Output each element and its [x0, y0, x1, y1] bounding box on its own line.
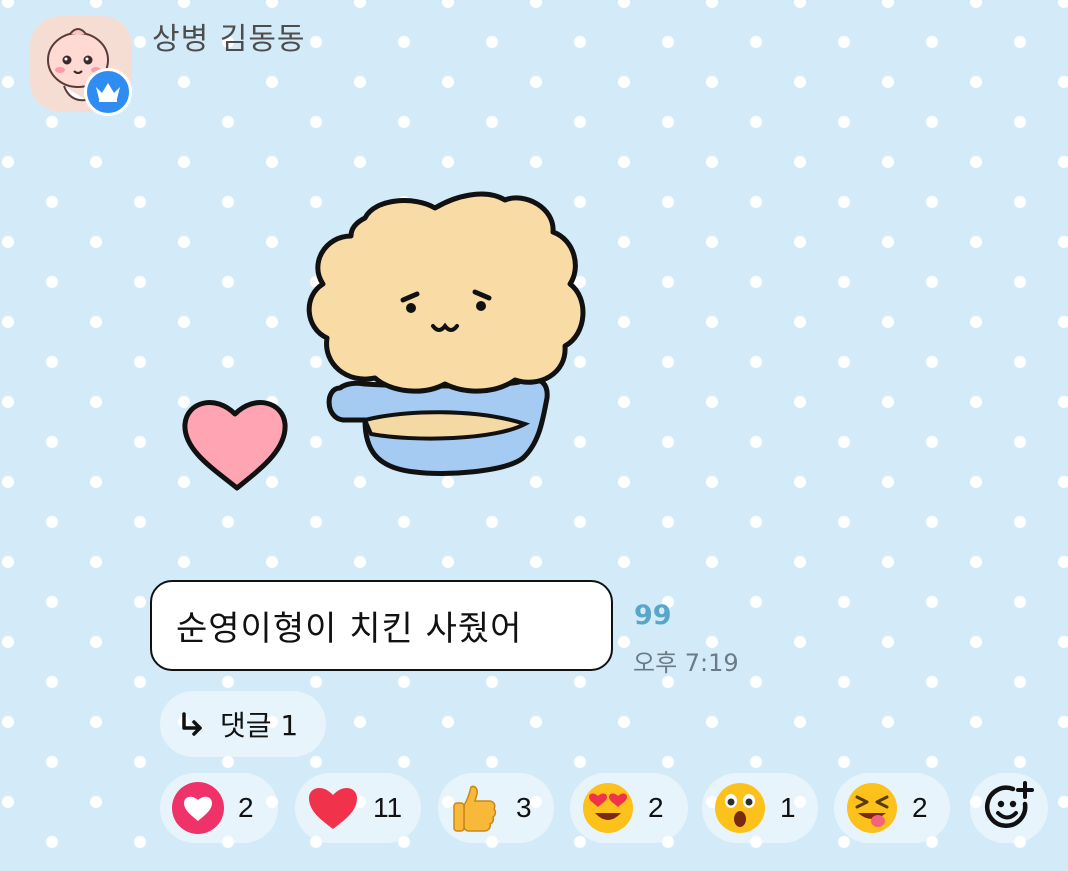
message-text: 순영이형이 치킨 사줬어 [176, 609, 523, 649]
reaction-heart-circle[interactable]: 2 [160, 773, 278, 843]
crown-badge [84, 68, 132, 116]
thumbs-up-icon [453, 785, 497, 832]
sender-name[interactable]: 상병 김동동 [152, 14, 306, 58]
bear-sticker[interactable] [175, 188, 605, 508]
heart-circle-icon [172, 782, 224, 834]
reaction-count: 1 [780, 792, 796, 823]
reaction-count: 2 [238, 792, 254, 823]
message-timestamp: 오후 7:19 [633, 649, 739, 677]
reply-arrow-icon [182, 712, 202, 736]
reply-button[interactable]: 댓글 1 [160, 691, 326, 757]
message-bubble[interactable]: 순영이형이 치킨 사줬어 [150, 580, 613, 671]
reaction-count: 11 [373, 792, 403, 823]
red-heart-icon [309, 787, 357, 829]
heart-eyes-icon [583, 783, 633, 833]
surprised-face-icon [715, 783, 765, 833]
reaction-count: 2 [912, 792, 928, 823]
squinting-tongue-face-icon [847, 783, 897, 833]
add-reaction-icon [984, 781, 1034, 828]
reaction-red-heart[interactable]: 11 [295, 773, 421, 843]
reaction-heart-eyes[interactable]: 2 [570, 773, 688, 843]
reaction-thumbs-up[interactable]: 3 [438, 773, 554, 843]
reaction-count: 2 [648, 792, 664, 823]
reply-label: 댓글 1 [220, 709, 299, 742]
sender-avatar[interactable] [30, 16, 132, 116]
unread-count: 99 [634, 600, 672, 631]
crown-icon [96, 83, 120, 102]
add-reaction-button[interactable] [970, 773, 1048, 843]
reaction-surprised[interactable]: 1 [702, 773, 818, 843]
reaction-count: 3 [516, 792, 532, 823]
reaction-squinting-tongue[interactable]: 2 [834, 773, 950, 843]
